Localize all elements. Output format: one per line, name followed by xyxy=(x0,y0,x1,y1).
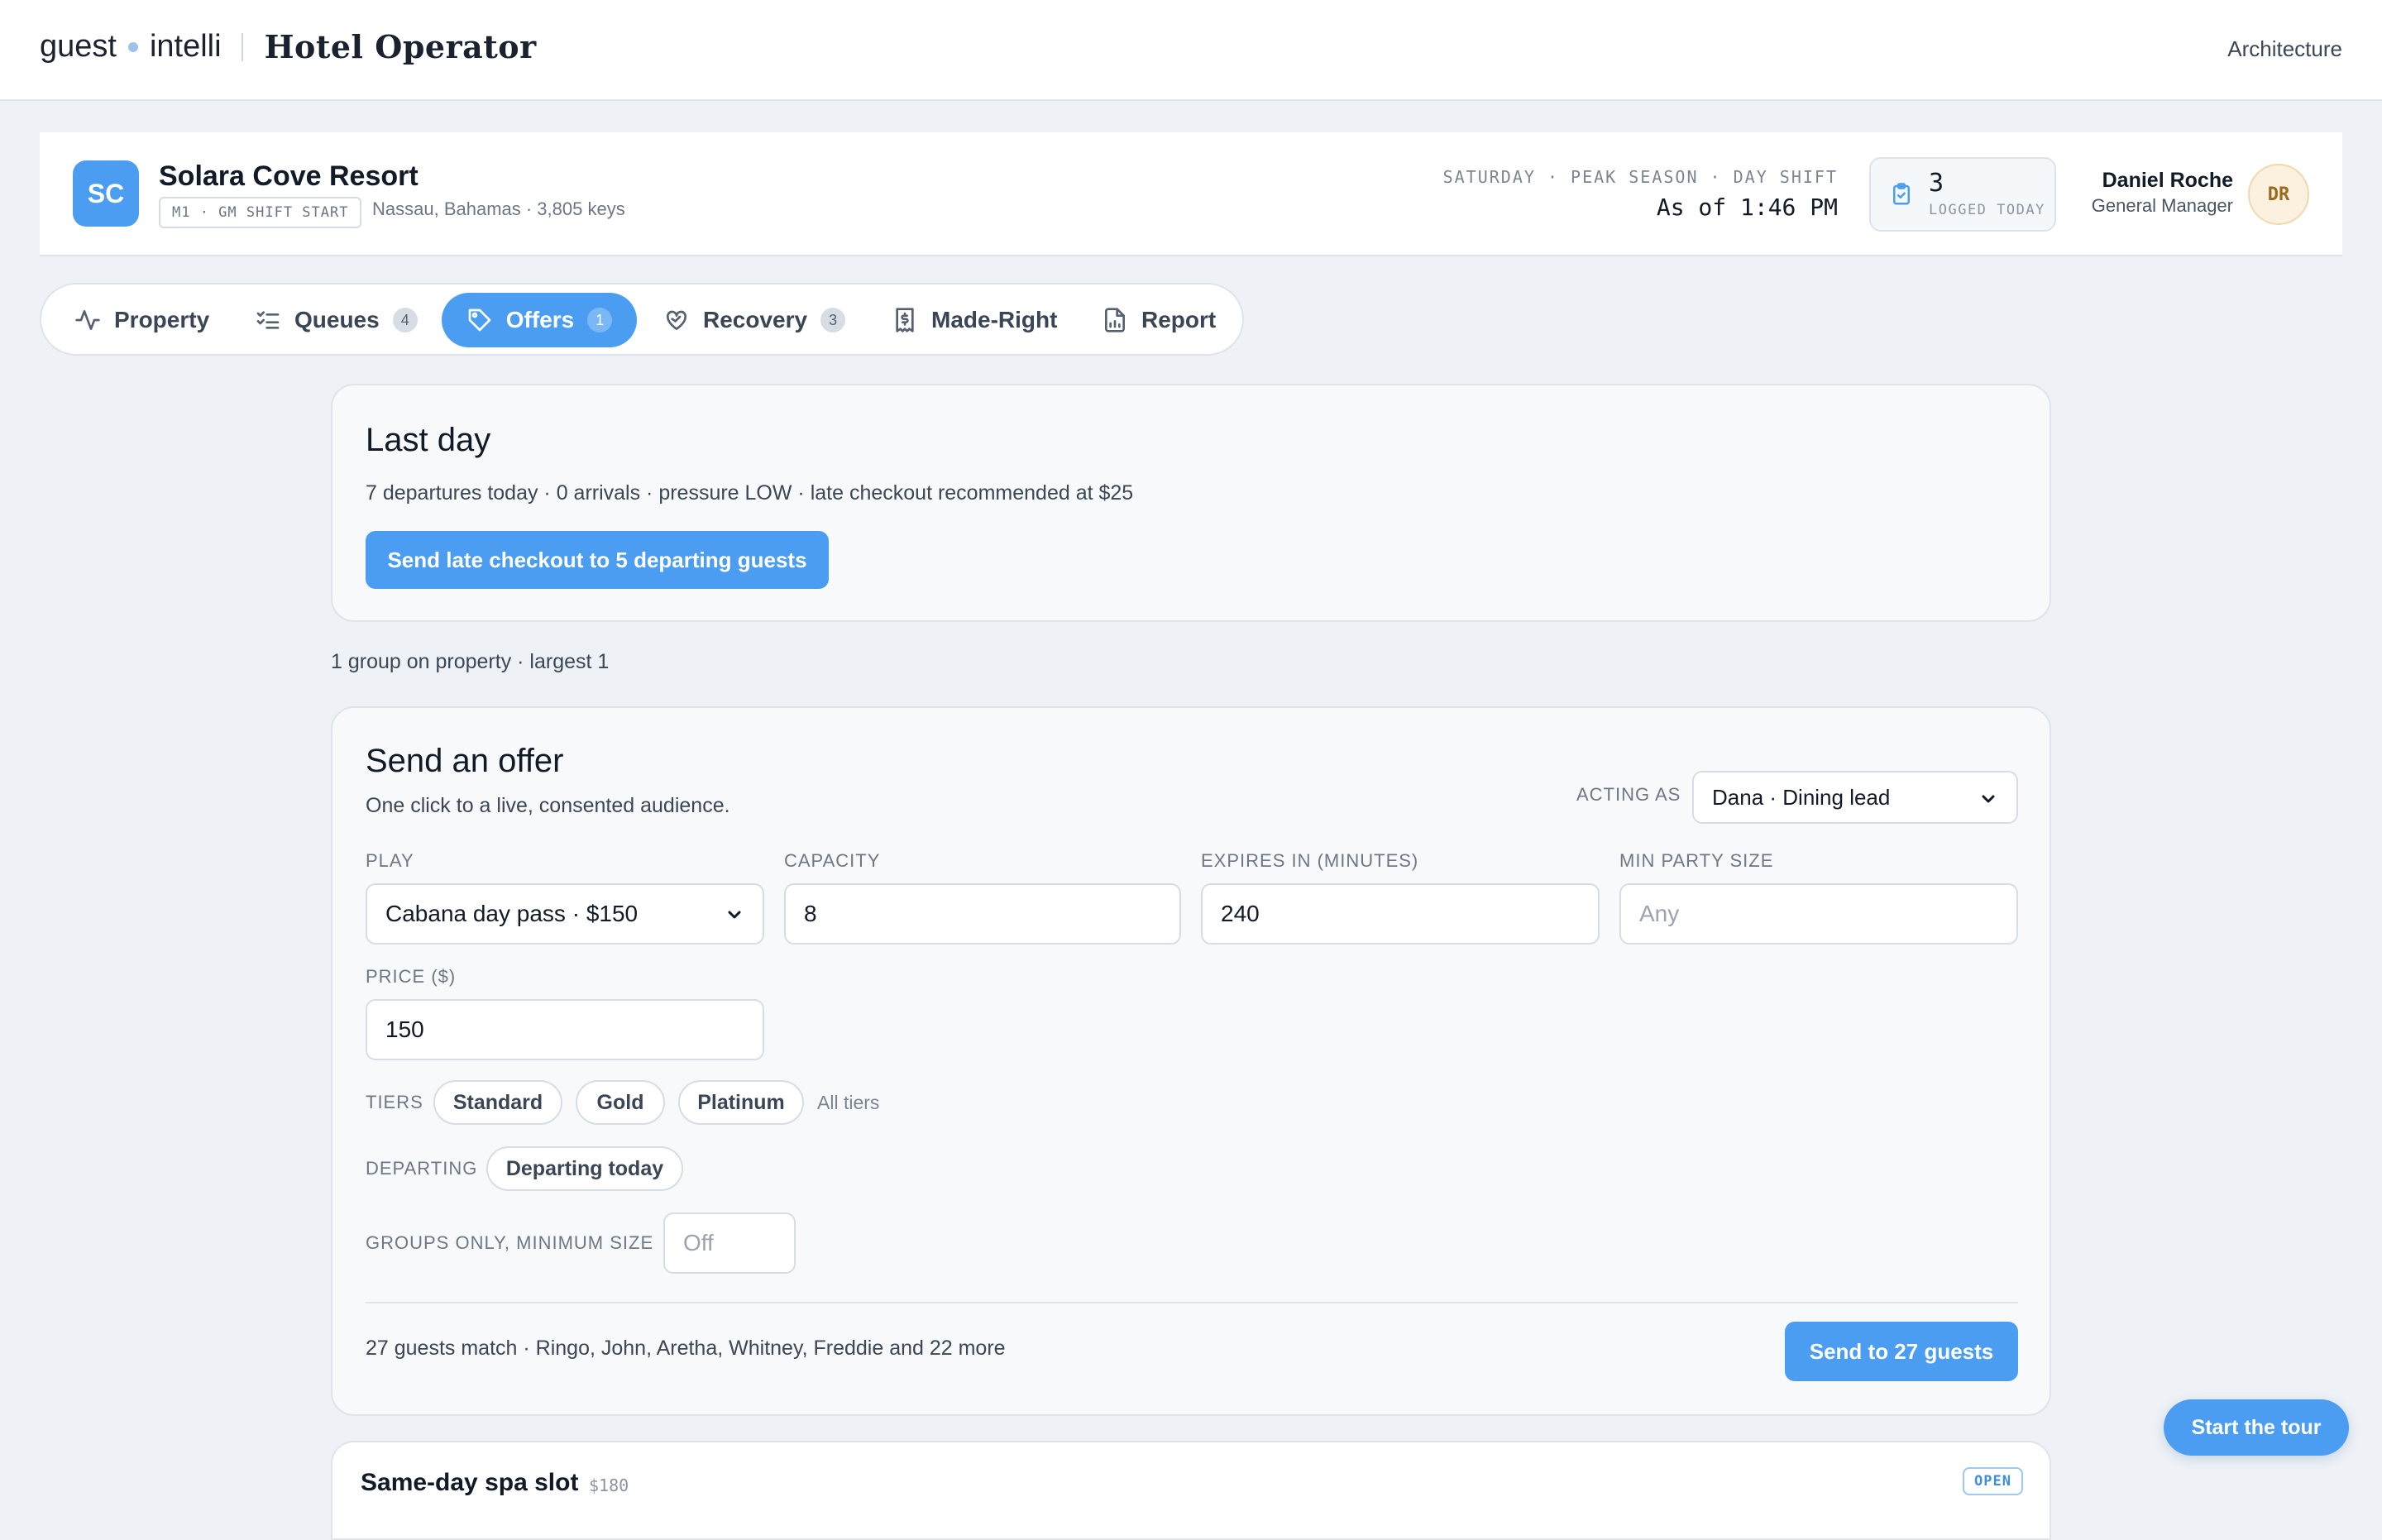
architecture-link[interactable]: Architecture xyxy=(2227,36,2342,62)
file-chart-icon xyxy=(1105,308,1125,332)
logged-today-counter[interactable]: 3 LOGGED TODAY xyxy=(1869,157,2056,232)
user-avatar[interactable]: DR xyxy=(2248,164,2309,225)
tier-chip-platinum[interactable]: Platinum xyxy=(678,1080,804,1125)
tab-recovery[interactable]: Recovery 3 xyxy=(663,293,846,347)
match-summary: 27 guests match · Ringo, John, Aretha, W… xyxy=(366,1337,1006,1360)
shift-info: SATURDAY · PEAK SEASON · DAY SHIFT As of… xyxy=(1443,167,1838,221)
shift-line: SATURDAY · PEAK SEASON · DAY SHIFT xyxy=(1442,167,1838,187)
logged-label: LOGGED TODAY xyxy=(1929,202,2045,218)
tag-icon xyxy=(468,308,491,332)
tab-offers[interactable]: Offers 1 xyxy=(442,293,637,347)
tab-label: Recovery xyxy=(703,307,808,332)
tiers-label: TIERS xyxy=(366,1092,423,1112)
status-badge: OPEN xyxy=(1963,1467,2023,1495)
expires-input[interactable]: 240 xyxy=(1201,883,1600,945)
play-value: Cabana day pass · $150 xyxy=(385,901,639,926)
tab-count: 4 xyxy=(392,308,418,332)
start-tour-button[interactable]: Start the tour xyxy=(2164,1399,2349,1456)
send-offer-title: Send an offer xyxy=(366,743,564,779)
play-label: PLAY xyxy=(366,850,414,871)
checklist-icon xyxy=(256,311,280,329)
offer-price: $180 xyxy=(589,1475,629,1495)
min-party-label: MIN PARTY SIZE xyxy=(1619,850,1774,871)
groups-only-label: GROUPS ONLY, MINIMUM SIZE xyxy=(366,1232,654,1253)
groups-min-size-input[interactable]: Off xyxy=(663,1212,796,1274)
price-label: PRICE ($) xyxy=(366,966,457,987)
tab-label: Offers xyxy=(505,307,575,332)
tab-made-right[interactable]: Made-Right xyxy=(892,293,1057,347)
shift-badge: M1 · GM SHIFT START xyxy=(159,197,362,228)
tab-queues[interactable]: Queues 4 xyxy=(255,293,418,347)
acting-as-select[interactable]: Dana · Dining lead xyxy=(1692,771,2018,824)
tab-label: Property xyxy=(114,307,210,332)
chevron-down-icon xyxy=(1982,795,1995,803)
top-bar: guest intelli Hotel Operator Architectur… xyxy=(0,0,2382,101)
price-input[interactable]: 150 xyxy=(366,999,764,1060)
property-avatar: SC xyxy=(73,160,139,227)
last-day-summary: 7 departures today · 0 arrivals · pressu… xyxy=(366,481,1134,505)
brand-logo[interactable]: guest intelli Hotel Operator xyxy=(40,28,537,65)
play-select[interactable]: Cabana day pass · $150 xyxy=(366,883,764,945)
acting-as-label: ACTING AS xyxy=(1576,784,1681,805)
divider xyxy=(366,1302,2018,1303)
tab-label: Made-Right xyxy=(931,307,1058,332)
capacity-input[interactable]: 8 xyxy=(784,883,1181,945)
capacity-label: CAPACITY xyxy=(784,850,881,871)
user-role: General Manager xyxy=(2091,195,2233,216)
tab-property[interactable]: Property xyxy=(74,293,209,347)
property-location: Nassau, Bahamas · 3,805 keys xyxy=(372,198,625,219)
send-offer-subtitle: One click to a live, consented audience. xyxy=(366,794,730,817)
tab-label: Queues xyxy=(294,307,380,332)
departing-today-chip[interactable]: Departing today xyxy=(486,1146,683,1191)
offer-title: Same-day spa slot xyxy=(361,1469,579,1496)
tab-report[interactable]: Report xyxy=(1102,293,1216,347)
min-party-input[interactable]: Any xyxy=(1619,883,2018,945)
tier-chip-gold[interactable]: Gold xyxy=(576,1080,665,1125)
tab-label: Report xyxy=(1141,307,1217,332)
chevron-down-icon xyxy=(728,911,741,919)
main-tabs: Property Queues 4 Offers 1 Recovery 3 Ma… xyxy=(40,283,1244,356)
send-offer-button[interactable]: Send to 27 guests xyxy=(1785,1322,2018,1381)
tiers-hint: All tiers xyxy=(817,1092,880,1113)
brand-separator xyxy=(241,32,243,61)
expires-label: EXPIRES IN (MINUTES) xyxy=(1201,850,1419,871)
offer-card-spa[interactable]: Same-day spa slot $180 OPEN xyxy=(331,1441,2051,1540)
product-name: Hotel Operator xyxy=(264,28,537,65)
last-day-title: Last day xyxy=(366,422,491,458)
tab-count: 1 xyxy=(587,308,613,332)
brand-dot xyxy=(127,41,138,52)
user-name: Daniel Roche xyxy=(2102,169,2233,192)
groups-summary: 1 group on property · largest 1 xyxy=(331,650,610,673)
brand-part2: intelli xyxy=(149,29,222,64)
receipt-icon xyxy=(896,308,914,332)
heart-handshake-icon xyxy=(666,310,687,330)
send-late-checkout-button[interactable]: Send late checkout to 5 departing guests xyxy=(366,531,829,589)
tier-chip-standard[interactable]: Standard xyxy=(433,1080,562,1125)
departing-label: DEPARTING xyxy=(366,1158,478,1179)
last-day-card: Last day 7 departures today · 0 arrivals… xyxy=(331,384,2051,622)
clipboard-check-icon xyxy=(1893,183,1910,205)
property-header: SC Solara Cove Resort M1 · GM SHIFT STAR… xyxy=(40,132,2342,256)
tab-count: 3 xyxy=(820,308,846,332)
acting-as-value: Dana · Dining lead xyxy=(1712,784,1891,810)
brand-part1: guest xyxy=(40,29,117,64)
logged-count: 3 xyxy=(1929,169,1944,198)
activity-icon xyxy=(75,310,100,330)
as-of-time: As of 1:46 PM xyxy=(1656,194,1838,221)
send-offer-card: Send an offer One click to a live, conse… xyxy=(331,706,2051,1416)
property-name: Solara Cove Resort xyxy=(159,160,419,192)
